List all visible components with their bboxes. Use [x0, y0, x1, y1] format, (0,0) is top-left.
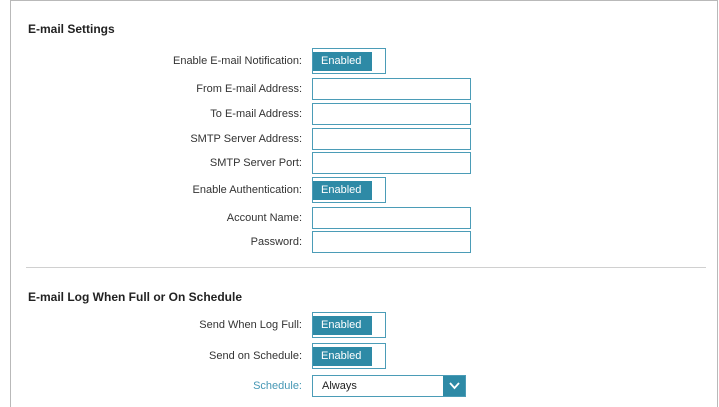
password-row: Password:	[11, 231, 711, 253]
enable-authentication-toggle[interactable]: Enabled	[312, 177, 386, 203]
enable-authentication-label: Enable Authentication:	[192, 184, 302, 196]
enable-authentication-row: Enable Authentication: Enabled	[11, 177, 711, 203]
smtp-port-field[interactable]	[312, 152, 471, 174]
toggle-state: Enabled	[313, 181, 372, 200]
toggle-state: Enabled	[313, 52, 372, 71]
to-email-row: To E-mail Address:	[11, 103, 711, 125]
smtp-port-label: SMTP Server Port:	[209, 157, 302, 169]
schedule-select[interactable]: Always	[312, 375, 466, 397]
toggle-state: Enabled	[313, 347, 372, 366]
to-email-label: To E-mail Address:	[210, 108, 302, 120]
from-email-label: From E-mail Address:	[196, 83, 302, 95]
toggle-state: Enabled	[313, 316, 372, 335]
enable-email-notification-row: Enable E-mail Notification: Enabled	[11, 48, 711, 74]
account-name-label: Account Name:	[226, 212, 302, 224]
schedule-row: Schedule: Always	[11, 375, 711, 397]
send-on-schedule-label: Send on Schedule:	[209, 350, 302, 362]
send-when-log-full-toggle[interactable]: Enabled	[312, 312, 386, 338]
schedule-link[interactable]: Schedule:	[2, 375, 302, 397]
send-when-log-full-label: Send When Log Full:	[199, 319, 302, 331]
account-name-row: Account Name:	[11, 207, 711, 229]
enable-email-notification-toggle[interactable]: Enabled	[312, 48, 386, 74]
from-email-field[interactable]	[312, 78, 471, 100]
smtp-port-row: SMTP Server Port:	[11, 152, 711, 174]
email-log-title: E-mail Log When Full or On Schedule	[28, 290, 243, 304]
schedule-value: Always	[322, 380, 357, 392]
send-on-schedule-row: Send on Schedule: Enabled	[11, 343, 711, 369]
chevron-down-icon[interactable]	[443, 376, 465, 396]
send-when-log-full-row: Send When Log Full: Enabled	[11, 312, 711, 338]
smtp-server-field[interactable]	[312, 128, 471, 150]
send-on-schedule-toggle[interactable]: Enabled	[312, 343, 386, 369]
section-divider	[26, 267, 706, 268]
password-label: Password:	[250, 236, 302, 248]
to-email-field[interactable]	[312, 103, 471, 125]
account-name-field[interactable]	[312, 207, 471, 229]
email-settings-title: E-mail Settings	[28, 22, 115, 36]
password-field[interactable]	[312, 231, 471, 253]
smtp-server-label: SMTP Server Address:	[190, 133, 302, 145]
settings-panel: E-mail Settings Enable E-mail Notificati…	[10, 0, 718, 407]
enable-email-notification-label: Enable E-mail Notification:	[172, 55, 302, 67]
smtp-server-row: SMTP Server Address:	[11, 128, 711, 150]
from-email-row: From E-mail Address:	[11, 78, 711, 100]
